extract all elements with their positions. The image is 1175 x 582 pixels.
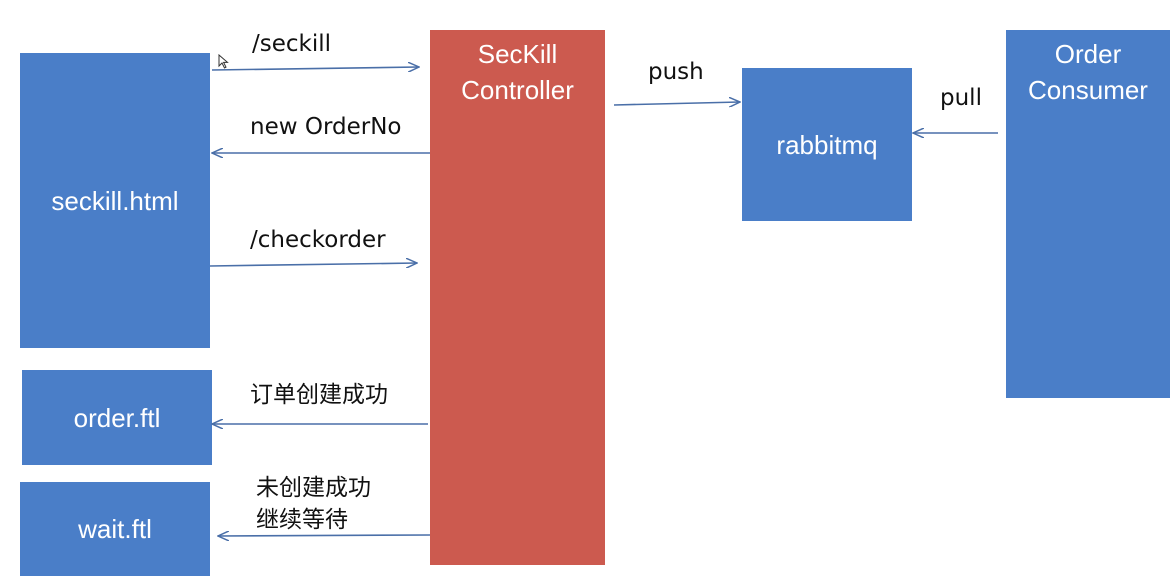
arrow-seckill [211, 67, 419, 70]
mouse-cursor-icon [218, 54, 229, 69]
diagram-canvas: { "colors": { "box_blue": "#4a7ec8", "co… [0, 0, 1175, 582]
edge-label-not-created-line2: 继续等待 [256, 507, 348, 533]
edge-label-order-success: 订单创建成功 [250, 382, 388, 408]
arrow-not-created [218, 535, 431, 536]
arrow-checkorder [209, 263, 417, 266]
edge-label-seckill: /seckill [252, 31, 332, 57]
edge-label-checkorder: /checkorder [250, 227, 386, 253]
edge-label-new-order-no: new OrderNo [250, 114, 402, 140]
edge-label-pull: pull [940, 85, 982, 111]
arrows-layer [209, 0, 998, 582]
edge-label-not-created-line1: 未创建成功 [256, 475, 371, 501]
edge-label-push: push [648, 59, 704, 85]
arrow-push [613, 102, 740, 105]
